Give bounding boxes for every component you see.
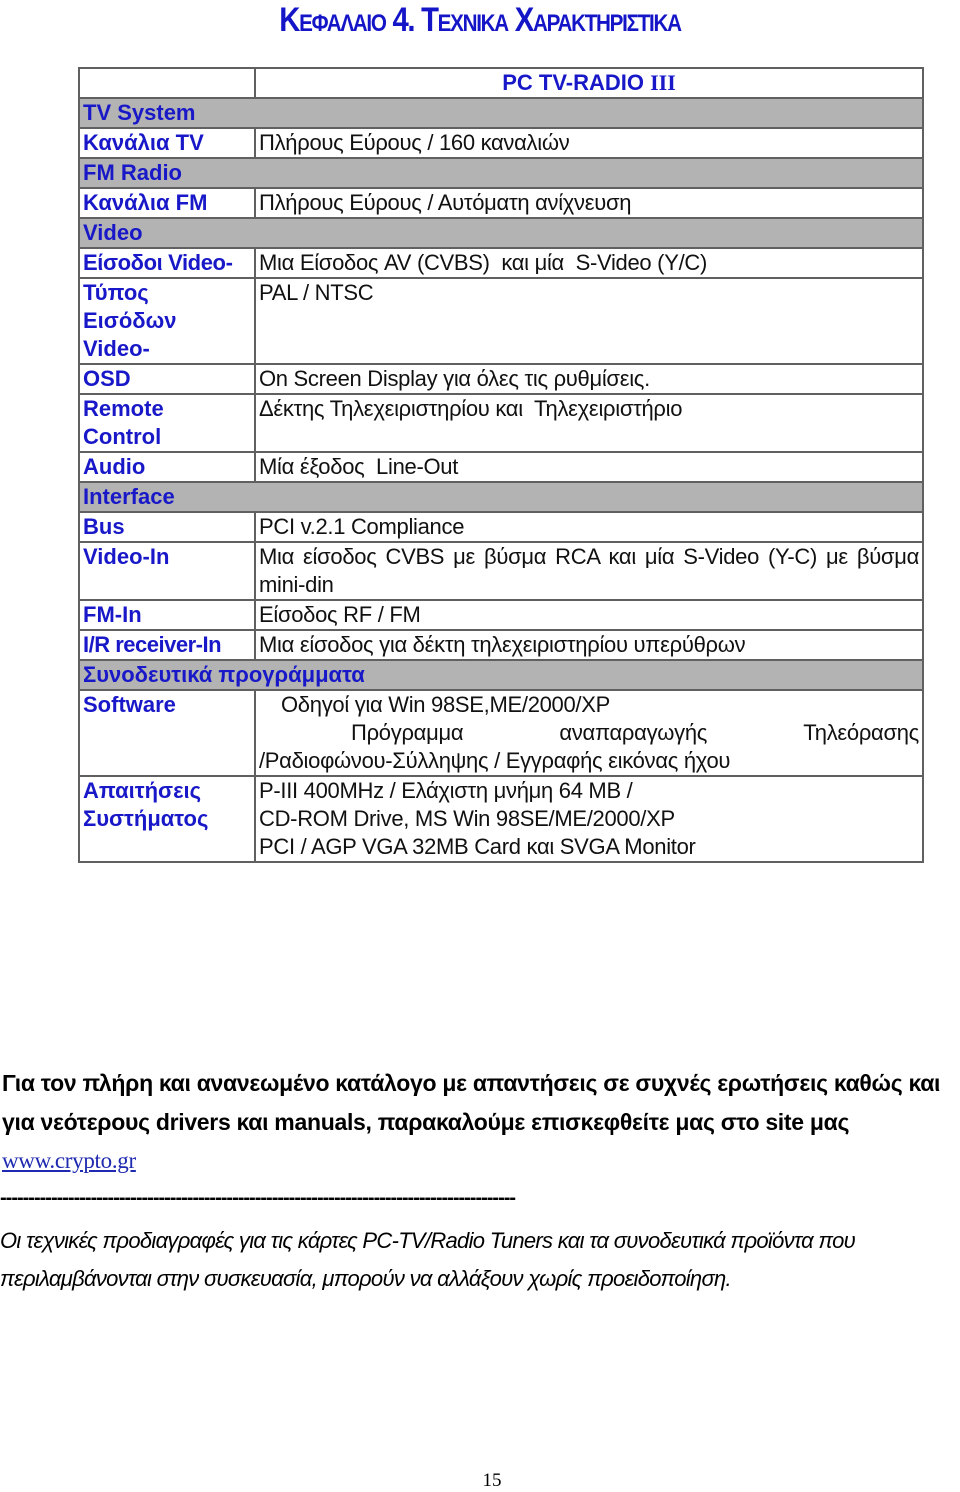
table-row-tv-channels: Κανάλια TV Πλήρους Εύρους / 160 καναλιών [78,127,924,159]
product-name: PC TV-RADIO III [254,67,924,99]
page-number: 15 [482,1470,502,1491]
section-row-interface: Interface [78,481,924,513]
row-label: Audio [78,451,256,483]
row-label: Remote Control [78,393,256,453]
row-label: Κανάλια FM [78,187,256,219]
row-value-line: PCI / AGP VGA 32MB Card και SVGA Monitor [259,834,696,859]
row-label: FM-In [78,599,256,631]
row-label: Software [78,689,256,777]
row-value: Πλήρους Εύρους / Αυτόματη ανίχνευση [254,187,924,219]
table-row-video-inputs: Είσοδοι Video- Μια Είσοδος AV (CVBS) και… [78,247,924,279]
disclaimer: Οι τεχνικές προδιαγραφές για τις κάρτες … [0,1228,856,1291]
product-name-prefix: PC TV-RADIO [502,70,651,95]
chapter-title: Κεφαλαιο 4. Τεχνικα Χαρακτηριστικα [279,1,682,39]
row-label: OSD [78,363,256,395]
row-value: PAL / NTSC [254,277,924,365]
row-value: Μια είσοδος για δέκτη τηλεχειριστηρίου υ… [254,629,924,661]
table-row-video-in: Video-In Μια είσοδος CVBS με βύσμα RCA κ… [78,541,924,601]
table-header-row: PC TV-RADIO III [78,67,924,99]
row-label-line: Τύπος [83,280,149,305]
row-value-line: Πρόγραμμα αναπαραγωγής Τηλεόρασης [259,719,919,747]
section-label: TV System [78,97,924,129]
row-label: Bus [78,511,256,543]
row-value: Μια Είσοδος AV (CVBS) και μία S-Video (Y… [254,247,924,279]
row-label: Video-In [78,541,256,601]
table-row-remote-control: Remote Control Δέκτης Τηλεχειριστηρίου κ… [78,393,924,453]
section-row-tv-system: TV System [78,97,924,129]
row-value: PCI v.2.1 Compliance [254,511,924,543]
spec-table: PC TV-RADIO III TV System Κανάλια TV Πλή… [78,67,924,863]
row-value-line: CD-ROM Drive, MS Win 98SE/ME/2000/XP [259,806,675,831]
row-label-line: Συστήματος [83,806,209,831]
row-label: Είσοδοι Video- [78,247,256,279]
section-label: FM Radio [78,157,924,189]
row-value: On Screen Display για όλες τις ρυθμίσεις… [254,363,924,395]
section-row-bundled-software: Συνοδευτικά προγράμματα [78,659,924,691]
section-label: Interface [78,481,924,513]
table-row-fm-in: FM-In Είσοδος RF / FM [78,599,924,631]
row-value-word: Πρόγραμμα [351,720,464,745]
table-row-audio: Audio Μία έξοδος Line-Out [78,451,924,483]
row-label: Τύπος Εισόδων Video- [78,277,256,365]
row-label-line: Απαιτήσεις [83,778,202,803]
row-label: I/R receiver-In [78,629,256,661]
row-value: P-III 400MHz / Ελάχιστη μνήμη 64 MB / CD… [254,775,924,863]
row-label: Κανάλια TV [78,127,256,159]
table-row-ir-receiver-in: I/R receiver-In Μια είσοδος για δέκτη τη… [78,629,924,661]
row-value: Μία έξοδος Line-Out [254,451,924,483]
table-row-video-input-type: Τύπος Εισόδων Video- PAL / NTSC [78,277,924,365]
table-row-osd: OSD On Screen Display για όλες τις ρυθμί… [78,363,924,395]
row-value-word: αναπαραγωγής [559,720,708,745]
row-value-word: Τηλεόρασης [803,720,919,745]
table-row-fm-channels: Κανάλια FM Πλήρους Εύρους / Αυτόματη ανί… [78,187,924,219]
row-value: Μια είσοδος CVBS με βύσμα RCA και μία S-… [254,541,924,601]
row-label-line: Remote [83,396,164,421]
row-value-line: /Ραδιοφώνου-Σύλληψης / Εγγραφής εικόνας … [259,748,731,773]
support-notice-text: Για τον πλήρη και ανανεωμένο κατάλογο με… [2,1070,941,1135]
section-label: Video [78,217,924,249]
section-label: Συνοδευτικά προγράμματα [78,659,924,691]
section-row-video: Video [78,217,924,249]
row-label-line: Video- [83,336,150,361]
row-value: Δέκτης Τηλεχειριστηρίου και Τηλεχειριστή… [254,393,924,453]
row-value: Οδηγοί για Win 98SE,ME/2000/XP Πρόγραμμα… [254,689,924,777]
website-link[interactable]: www.crypto.gr [2,1148,136,1173]
table-row-bus: Bus PCI v.2.1 Compliance [78,511,924,543]
row-label: Απαιτήσεις Συστήματος [78,775,256,863]
section-row-fm-radio: FM Radio [78,157,924,189]
row-value-line: Οδηγοί για Win 98SE,ME/2000/XP [281,692,610,717]
header-empty-cell [78,67,256,99]
row-value: Πλήρους Εύρους / 160 καναλιών [254,127,924,159]
row-value-line: P-III 400MHz / Ελάχιστη μνήμη 64 MB / [259,778,633,803]
product-name-roman: III [650,70,676,95]
support-notice: Για τον πλήρη και ανανεωμένο κατάλογο με… [2,1064,960,1181]
row-value: Είσοδος RF / FM [254,599,924,631]
row-label-line: Control [83,424,162,449]
row-label-line: Εισόδων [83,308,177,333]
table-row-software: Software Οδηγοί για Win 98SE,ME/2000/XP … [78,689,924,777]
table-row-system-requirements: Απαιτήσεις Συστήματος P-III 400MHz / Ελά… [78,775,924,863]
separator-line: ----------------------------------------… [0,1187,516,1209]
